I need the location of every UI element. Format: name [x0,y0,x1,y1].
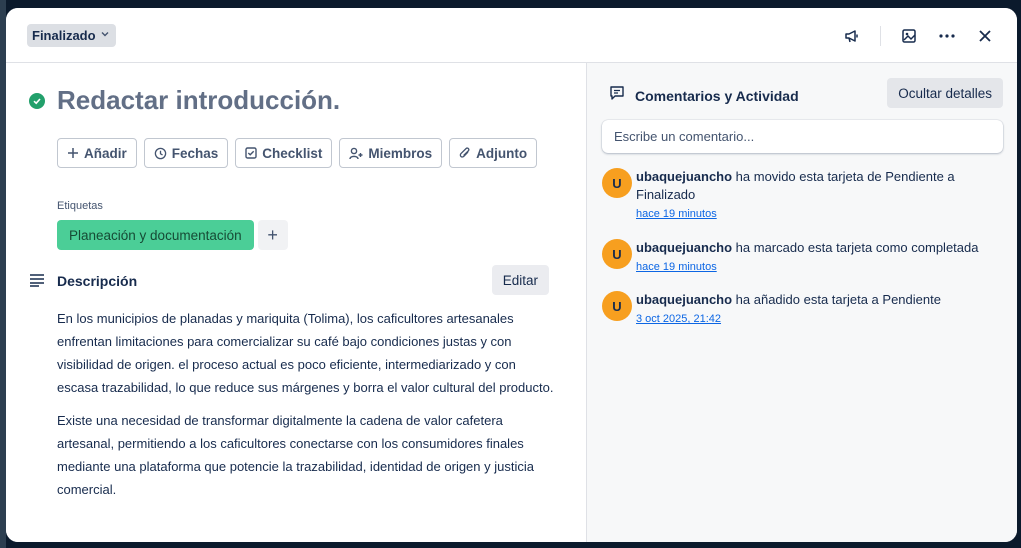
megaphone-icon[interactable] [838,22,866,50]
clock-icon [154,147,167,159]
comment-icon [609,85,625,106]
status-label: Finalizado [32,28,96,43]
status-dropdown[interactable]: Finalizado [27,24,116,47]
labels-row: Planeación y documentación + [57,220,288,250]
modal-header: Finalizado [6,8,1017,63]
image-icon[interactable] [895,22,923,50]
dates-button-label: Fechas [171,145,219,161]
attachment-button-label: Adjunto [476,145,528,161]
plus-icon [68,148,78,158]
checkbox-icon [245,147,257,159]
edit-description-button[interactable]: Editar [491,265,549,295]
completed-check-icon[interactable] [29,92,45,109]
paperclip-icon [459,146,470,158]
dates-button[interactable]: Fechas [143,138,229,168]
description-lines-icon [29,273,45,292]
hide-details-button[interactable]: Ocultar detalles [887,78,1003,108]
chevron-down-icon [100,29,110,42]
label-chip[interactable]: Planeación y documentación [57,220,254,250]
activity-header: Comentarios y Actividad [609,85,799,106]
labels-heading: Etiquetas [57,200,103,212]
description-header: Descripción Editar [29,265,549,295]
header-divider [880,26,881,46]
activity-text: ubaquejuancho ha añadido esta tarjeta a … [636,291,996,328]
header-actions [838,22,999,50]
card-title-row: Redactar introducción. [29,85,340,116]
avatar[interactable]: U [602,291,632,321]
activity-text: ubaquejuancho ha movido esta tarjeta de … [636,168,996,223]
add-member-icon [349,147,363,159]
close-icon[interactable] [971,22,999,50]
card-detail-modal: Finalizado Redactar introducción. Añadir… [6,8,1017,542]
activity-message: ha añadido esta tarjeta a Pendiente [732,292,941,307]
activity-timestamp[interactable]: hace 19 minutos [636,258,996,276]
activity-message: ha marcado esta tarjeta como completada [732,240,979,255]
add-button-label: Añadir [84,145,127,161]
members-button[interactable]: Miembros [339,138,443,168]
description-paragraph: En los municipios de planadas y mariquit… [57,311,554,395]
activity-user[interactable]: ubaquejuancho [636,169,732,184]
activity-timestamp[interactable]: hace 19 minutos [636,205,996,223]
comment-input[interactable]: Escribe un comentario... [602,120,1003,153]
checklist-button-label: Checklist [262,145,323,161]
card-title[interactable]: Redactar introducción. [57,85,340,116]
more-icon[interactable] [933,22,961,50]
description-body[interactable]: En los municipios de planadas y mariquit… [57,307,557,511]
avatar[interactable]: U [602,168,632,198]
avatar[interactable]: U [602,239,632,269]
card-actions: Añadir Fechas Checklist Miembros Adjunto [57,138,538,168]
members-button-label: Miembros [368,145,433,161]
attachment-button[interactable]: Adjunto [449,138,538,168]
activity-user[interactable]: ubaquejuancho [636,292,732,307]
description-title: Descripción [57,273,138,289]
card-main-pane: Redactar introducción. Añadir Fechas Che… [6,63,586,542]
activity-user[interactable]: ubaquejuancho [636,240,732,255]
activity-title: Comentarios y Actividad [635,87,799,104]
description-paragraph: Existe una necesidad de transformar digi… [57,413,534,497]
activity-pane: Comentarios y Actividad Ocultar detalles… [586,63,1017,542]
add-button[interactable]: Añadir [57,138,137,168]
add-label-button[interactable]: + [257,220,288,250]
activity-timestamp[interactable]: 3 oct 2025, 21:42 [636,310,996,328]
checklist-button[interactable]: Checklist [235,138,333,168]
activity-text: ubaquejuancho ha marcado esta tarjeta co… [636,239,996,276]
